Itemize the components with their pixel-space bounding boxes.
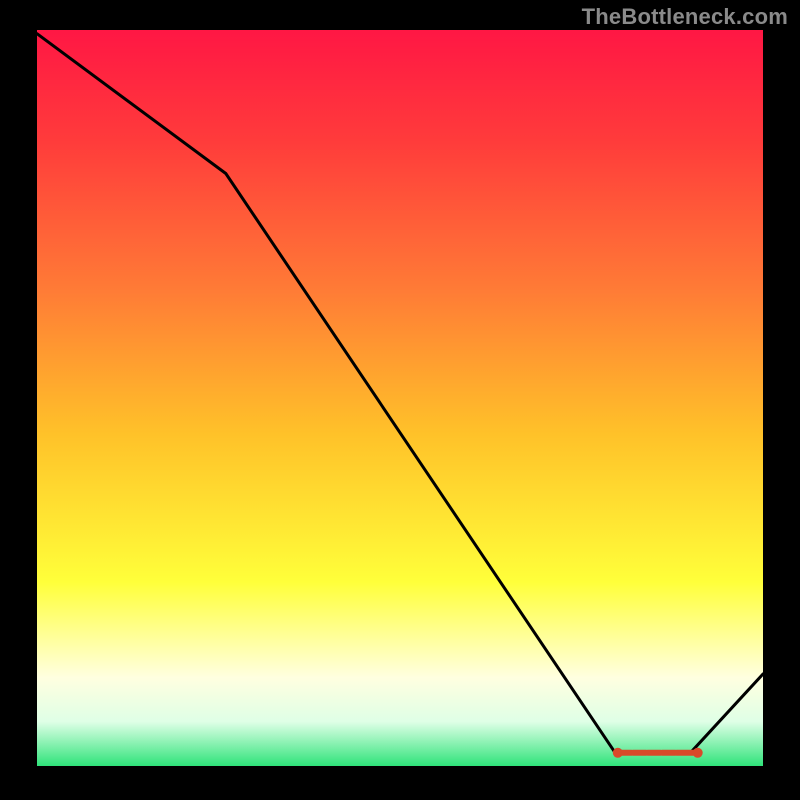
bottleneck-chart [0,0,800,800]
optimal-range-end-dot [693,748,703,758]
plot-area [37,30,763,766]
chart-container: TheBottleneck.com [0,0,800,800]
optimal-range-end-dot [613,748,623,758]
chart-background [37,30,763,766]
